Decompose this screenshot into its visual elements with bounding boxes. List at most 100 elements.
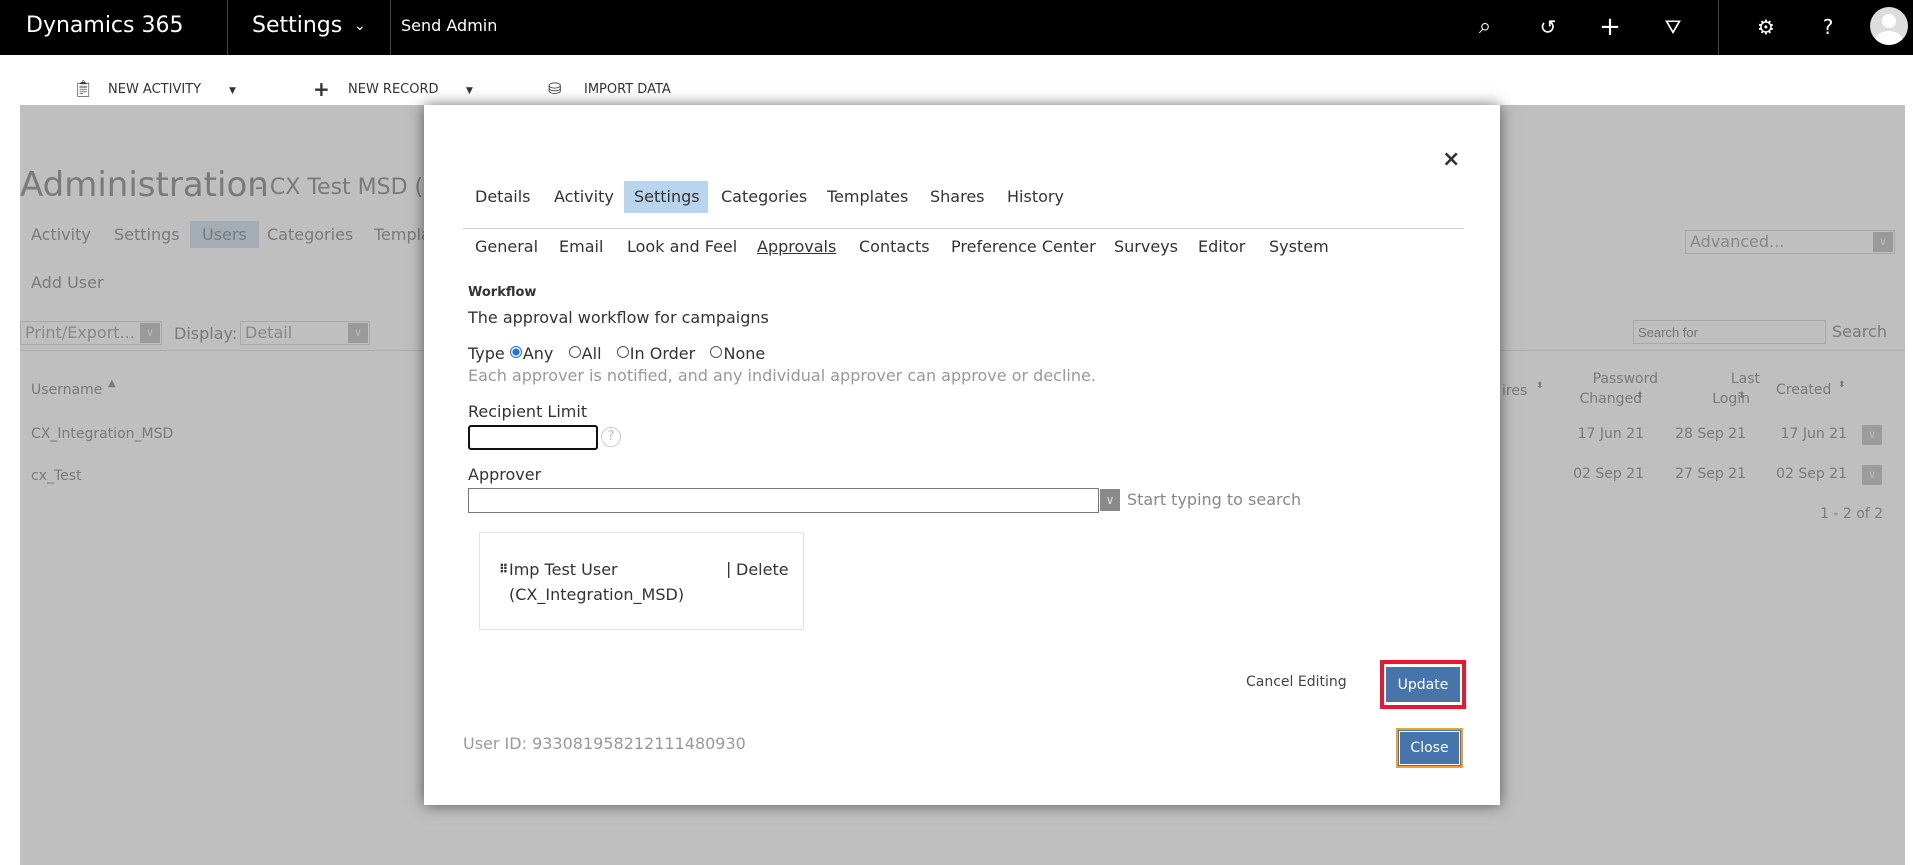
filter-icon[interactable]: ⛛	[1660, 14, 1686, 40]
clipboard-icon: 📋︎	[73, 79, 94, 98]
update-highlight: Update	[1380, 660, 1466, 709]
sort-icon: ⬍	[1636, 391, 1644, 401]
tab-settings[interactable]: Settings	[624, 181, 708, 213]
recipient-limit-label: Recipient Limit	[468, 402, 588, 421]
approver-name: Imp Test User	[509, 560, 618, 579]
type-label: Type	[468, 344, 505, 363]
cell-created: 02 Sep 21	[1776, 466, 1847, 482]
plus-icon[interactable]: +	[1597, 14, 1623, 40]
tab-history[interactable]: History	[997, 181, 1074, 213]
help-icon[interactable]: ?	[1815, 14, 1841, 40]
type-radio-none[interactable]: None	[710, 344, 765, 363]
subtab-system[interactable]: System	[1269, 237, 1329, 256]
subtab-email[interactable]: Email	[559, 237, 603, 256]
close-button[interactable]: Close	[1396, 728, 1463, 768]
plus-icon: +	[313, 77, 330, 101]
cell-last-login: 28 Sep 21	[1675, 426, 1746, 442]
search-button[interactable]: Search	[1832, 322, 1887, 341]
type-help-text: Each approver is notified, and any indiv…	[468, 366, 1096, 385]
new-record-button[interactable]: NEW RECORD	[348, 82, 439, 97]
type-radio-in-order[interactable]: In Order	[616, 344, 695, 363]
bg-tab-users[interactable]: Users	[190, 221, 259, 248]
column-expires[interactable]: ires	[1502, 383, 1527, 399]
tab-shares[interactable]: Shares	[920, 181, 995, 213]
bg-tab-settings[interactable]: Settings	[114, 225, 180, 244]
user-id: User ID: 933081958212111480930	[463, 734, 746, 753]
bg-tab-templates[interactable]: Templa	[374, 225, 431, 244]
column-username[interactable]: Username	[31, 382, 102, 398]
search-input[interactable]	[1633, 320, 1826, 344]
subtab-editor[interactable]: Editor	[1198, 237, 1245, 256]
column-password-changed-line1[interactable]: Password	[1582, 371, 1658, 387]
delete-approver-link[interactable]: Delete	[736, 560, 789, 579]
top-nav-bar: Dynamics 365 Settings ⌄ Send Admin ⌕ ↺ +…	[0, 0, 1913, 55]
app-name[interactable]: Dynamics 365	[26, 0, 183, 55]
chevron-down-icon: ∨	[1873, 232, 1893, 252]
workflow-heading: Workflow	[468, 285, 537, 300]
column-created[interactable]: Created	[1776, 382, 1831, 398]
cell-created: 17 Jun 21	[1780, 426, 1847, 442]
approver-input[interactable]	[468, 488, 1099, 513]
area-switcher[interactable]: Settings	[252, 0, 342, 55]
search-icon[interactable]: ⌕	[1472, 14, 1498, 40]
workflow-description: The approval workflow for campaigns	[468, 308, 769, 327]
divider	[390, 0, 391, 55]
cancel-editing-link[interactable]: Cancel Editing	[1246, 674, 1347, 690]
chevron-down-icon[interactable]: ⌄	[354, 0, 366, 55]
approver-hint: Start typing to search	[1127, 490, 1302, 509]
radio-checked-icon	[509, 346, 522, 358]
page-title: Administration	[20, 165, 269, 205]
radio-icon	[616, 346, 629, 358]
close-x-icon[interactable]: ×	[1442, 147, 1460, 172]
gear-icon[interactable]: ⚙	[1753, 14, 1779, 40]
row-menu-chevron-icon[interactable]: ∨	[1862, 425, 1882, 445]
tab-categories[interactable]: Categories	[711, 181, 817, 213]
avatar[interactable]	[1870, 7, 1908, 45]
tab-templates[interactable]: Templates	[817, 181, 918, 213]
add-user-link[interactable]: Add User	[31, 273, 104, 292]
cell-password-changed: 17 Jun 21	[1577, 426, 1644, 442]
sort-icon: ⬍	[1536, 381, 1544, 391]
sort-asc-icon: ▲	[108, 378, 116, 389]
drag-handle-icon[interactable]: ⠿	[499, 562, 508, 576]
import-icon: ⛁	[548, 79, 562, 98]
edit-user-dialog: × Details Activity Settings Categories T…	[424, 105, 1500, 805]
approver-label: Approver	[468, 465, 542, 484]
bg-tab-categories[interactable]: Categories	[267, 225, 353, 244]
type-radio-group: Type Any All In Order None	[468, 344, 765, 363]
subtab-approvals[interactable]: Approvals	[757, 237, 836, 256]
subtab-look-and-feel[interactable]: Look and Feel	[627, 237, 737, 256]
delimiter: |	[726, 559, 732, 578]
history-icon[interactable]: ↺	[1535, 14, 1561, 40]
print-export-select[interactable]: Print/Export... ∨	[20, 321, 162, 345]
subtab-contacts[interactable]: Contacts	[859, 237, 930, 256]
type-radio-any[interactable]: Any	[509, 344, 553, 363]
row-menu-chevron-icon[interactable]: ∨	[1862, 465, 1882, 485]
approver-username: (CX_Integration_MSD)	[509, 585, 685, 604]
chevron-down-icon: ∨	[140, 323, 160, 343]
bg-tab-activity[interactable]: Activity	[31, 225, 91, 244]
divider	[463, 228, 1464, 229]
display-select[interactable]: Detail ∨	[240, 321, 370, 345]
subtab-surveys[interactable]: Surveys	[1114, 237, 1178, 256]
recipient-limit-input[interactable]	[468, 425, 598, 450]
divider	[227, 0, 228, 55]
caret-down-icon[interactable]: ▼	[466, 86, 473, 96]
subtab-preference-center[interactable]: Preference Center	[951, 237, 1096, 256]
tab-activity[interactable]: Activity	[544, 181, 624, 213]
approver-dropdown-chevron-icon[interactable]: ∨	[1100, 489, 1120, 511]
row-username[interactable]: cx_Test	[31, 468, 82, 484]
type-radio-all[interactable]: All	[568, 344, 602, 363]
row-username[interactable]: CX_Integration_MSD	[31, 426, 173, 442]
subtab-general[interactable]: General	[475, 237, 538, 256]
advanced-select[interactable]: Advanced... ∨	[1685, 230, 1895, 254]
tab-details[interactable]: Details	[465, 181, 540, 213]
column-last-login-line1[interactable]: Last	[1680, 371, 1760, 387]
new-activity-button[interactable]: NEW ACTIVITY	[108, 82, 201, 97]
cell-last-login: 27 Sep 21	[1675, 466, 1746, 482]
import-data-button[interactable]: IMPORT DATA	[584, 82, 671, 97]
help-icon[interactable]: ?	[601, 427, 621, 447]
update-button[interactable]: Update	[1386, 666, 1460, 703]
caret-down-icon[interactable]: ▼	[229, 86, 236, 96]
column-password-changed-line2[interactable]: Changed	[1566, 391, 1643, 407]
